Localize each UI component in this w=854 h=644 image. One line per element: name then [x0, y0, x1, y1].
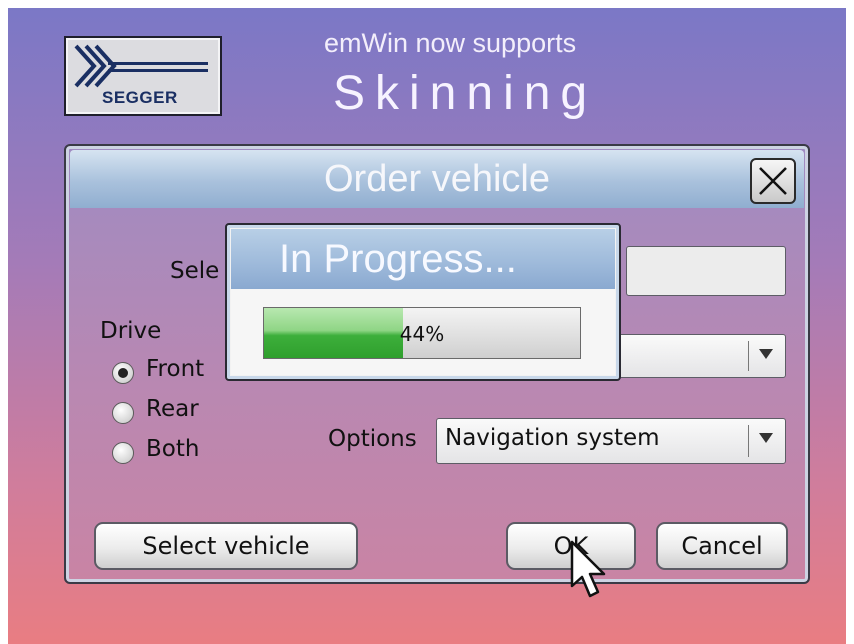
radio-both[interactable] [112, 442, 134, 464]
progress-percent: 44% [399, 322, 445, 346]
headline-big: Skinning [333, 67, 598, 120]
close-button[interactable] [750, 158, 796, 204]
cancel-button[interactable]: Cancel [656, 522, 788, 570]
logo-text: SEGGER [102, 88, 178, 107]
select-label: Sele [170, 258, 220, 284]
radio-rear[interactable] [112, 402, 134, 424]
radio-front[interactable] [112, 362, 134, 384]
dropdown-hidden[interactable] [611, 334, 786, 378]
chevron-down-icon [759, 433, 773, 443]
dropdown-separator [748, 425, 749, 457]
progress-popup: In Progress... 44% [225, 223, 621, 381]
select-field[interactable] [626, 246, 786, 296]
options-dropdown[interactable]: Navigation system [436, 418, 786, 464]
options-value: Navigation system [445, 425, 660, 451]
progress-body: 44% [231, 289, 615, 375]
chevron-down-icon [759, 349, 773, 359]
progress-titlebar: In Progress... [231, 229, 615, 289]
close-icon [759, 167, 787, 195]
segger-chevron-icon [74, 44, 208, 88]
radio-front-label[interactable]: Front [146, 356, 204, 382]
radio-selected-dot [118, 368, 128, 378]
headline-small: emWin now supports [324, 28, 577, 58]
progress-bar: 44% [263, 307, 581, 359]
options-label: Options [328, 426, 417, 452]
progress-title: In Progress... [279, 237, 517, 281]
select-vehicle-button[interactable]: Select vehicle [94, 522, 358, 570]
dialog-titlebar[interactable]: Order vehicle [70, 150, 804, 208]
mouse-cursor-icon [570, 540, 606, 598]
dropdown-separator [748, 341, 749, 371]
drive-label: Drive [100, 318, 162, 344]
radio-both-label[interactable]: Both [146, 436, 199, 462]
radio-rear-label[interactable]: Rear [146, 396, 199, 422]
screen: SEGGER emWin now supports Skinning Order… [8, 8, 846, 644]
dialog-title: Order vehicle [324, 158, 550, 200]
segger-logo: SEGGER [64, 36, 222, 116]
